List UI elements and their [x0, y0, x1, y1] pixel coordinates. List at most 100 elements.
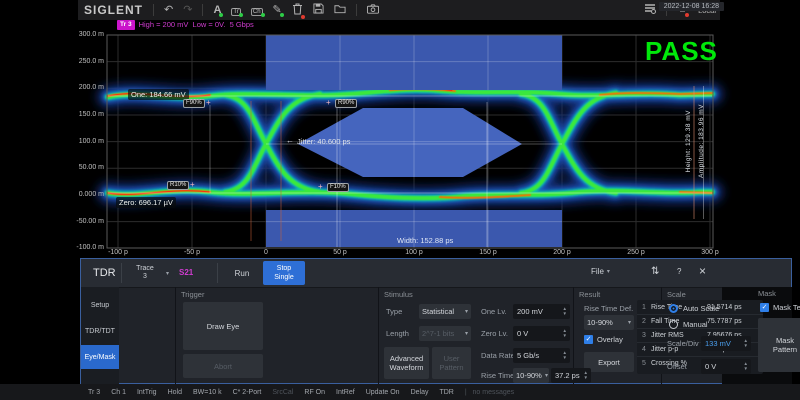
annotation-icon[interactable]: A — [213, 5, 221, 16]
status-bar: Tr 3 Ch 1 IntTrig Hold BW=10 k C* 2-Port… — [0, 384, 800, 400]
s-parameter-label[interactable]: S21 — [179, 268, 193, 277]
x-tick: 150 p — [471, 249, 505, 256]
result-rise-def-select[interactable]: 10-90% ▾ — [584, 315, 634, 330]
status-bandwidth: BW=10 k — [193, 389, 222, 396]
stimulus-section-title: Stimulus — [384, 290, 413, 299]
status-cal-ports: C* 2-Port — [233, 389, 262, 396]
mask-pass-indicator: PASS — [645, 36, 718, 67]
header-divider — [217, 263, 218, 283]
checkbox-checked-icon: ✓ — [760, 303, 769, 312]
save-icon[interactable] — [313, 3, 324, 17]
status-message: | no messages — [465, 389, 514, 396]
rise-time-label: Rise Time — [481, 371, 514, 380]
y-tick: 0.000 m — [68, 191, 104, 198]
scale-div-label: Scale/Div — [667, 339, 699, 348]
section-divider — [378, 287, 379, 384]
type-select[interactable]: Statistical ▾ — [419, 304, 471, 319]
file-menu[interactable]: File ▾ — [591, 267, 610, 276]
scale-div-input[interactable]: 133 mV ▲▼ — [701, 336, 751, 351]
y-tick: 200.0 m — [68, 84, 104, 91]
status-trigger: IntTrig — [137, 389, 157, 396]
chevron-down-icon: ▾ — [465, 330, 468, 337]
f90-cross-marker: + — [206, 99, 211, 107]
f10-marker-badge: F10% — [327, 183, 349, 192]
collapse-panel-icon[interactable]: ⇅ — [651, 266, 659, 277]
trash-icon[interactable] — [292, 3, 303, 18]
spinner-arrows[interactable]: ▲▼ — [741, 362, 751, 371]
toolbar-divider — [153, 4, 154, 16]
status-rf: RF On — [304, 389, 325, 396]
tab-setup[interactable]: Setup — [81, 293, 119, 317]
status-srccal: SrcCal — [272, 389, 293, 396]
offset-label: Offset — [667, 362, 687, 371]
user-pattern-button[interactable]: User Pattern — [432, 347, 471, 379]
x-tick: 0 — [249, 249, 283, 256]
x-tick: 100 p — [397, 249, 431, 256]
undo-icon[interactable]: ↶ — [164, 5, 173, 16]
tab-eye-mask[interactable]: Eye/Mask — [81, 345, 119, 369]
redo-icon[interactable]: ↷ — [183, 5, 192, 16]
manual-radio[interactable]: Manual — [669, 320, 708, 329]
status-hold: Hold — [168, 389, 182, 396]
siglent-logo: SIGLENT — [84, 3, 143, 17]
chevron-down-icon: ▾ — [545, 372, 548, 379]
length-select[interactable]: 2^7-1 bits ▾ — [419, 326, 471, 341]
tab-tdr-tdt[interactable]: TDR/TDT — [81, 319, 119, 343]
help-icon[interactable]: ? — [677, 267, 681, 276]
spinner-arrows[interactable]: ▲▼ — [560, 329, 570, 338]
y-tick: 150.0 m — [68, 111, 104, 118]
one-level-annotation: One: 184.66 mV — [128, 89, 189, 100]
status-ref: IntRef — [336, 389, 355, 396]
channel-icon[interactable]: Ch — [251, 5, 263, 16]
spinner-arrows[interactable]: ▲▼ — [560, 307, 570, 316]
jitter-annotation: Jitter: 40.600 ps — [297, 137, 350, 146]
y-tick: 250.0 m — [68, 58, 104, 65]
zero-level-annotation: Zero: 696.17 µV — [116, 197, 176, 208]
one-level-input[interactable]: 200 mV ▲▼ — [513, 304, 570, 319]
type-label: Type — [386, 307, 402, 316]
jitter-arrow-icon: ← — [286, 136, 294, 145]
scale-section-title: Scale — [667, 290, 686, 299]
export-button[interactable]: Export — [584, 352, 634, 372]
run-button[interactable]: Run — [223, 262, 261, 284]
stop-single-button[interactable]: Stop Single — [263, 261, 305, 285]
rise-time-input[interactable]: 37.2 ps ▲▼ — [551, 368, 591, 383]
data-rate-label: Data Rate — [481, 351, 515, 360]
offset-input[interactable]: 0 V ▲▼ — [701, 359, 751, 374]
y-tick: 50.00 m — [68, 164, 104, 171]
open-folder-icon[interactable] — [334, 4, 346, 17]
system-settings-icon[interactable] — [644, 3, 656, 17]
draw-eye-button[interactable]: Draw Eye — [183, 302, 263, 350]
overlay-checkbox[interactable]: ✓ Overlay — [584, 335, 623, 344]
marker-pen-icon[interactable]: ✎ — [273, 5, 282, 16]
auto-scale-radio[interactable]: Auto Scale — [669, 304, 719, 313]
mask-test-checkbox[interactable]: ✓ Mask Test — [760, 303, 800, 312]
section-divider — [175, 287, 176, 384]
r10-cross-marker: + — [190, 181, 195, 189]
spinner-arrows[interactable]: ▲▼ — [741, 339, 751, 348]
advanced-waveform-button[interactable]: Advanced Waveform — [384, 347, 429, 379]
trace-select[interactable]: Trace 3 ▾ — [127, 262, 169, 284]
one-level-label: One Lv. — [481, 307, 507, 316]
x-tick: -50 p — [175, 249, 209, 256]
trace-icon[interactable]: Tr — [231, 5, 240, 16]
status-channel: Ch 1 — [111, 389, 126, 396]
rise-time-def-select[interactable]: 10-90% ▾ — [513, 368, 549, 383]
r90-cross-marker: + — [326, 99, 331, 107]
header-divider — [121, 263, 122, 283]
mask-pattern-button[interactable]: Mask Pattern — [758, 318, 800, 372]
f90-marker-badge: F90% — [183, 99, 205, 108]
length-label: Length — [386, 329, 409, 338]
r90-marker-badge: R90% — [335, 99, 357, 108]
spinner-arrows[interactable]: ▲▼ — [581, 371, 591, 380]
zero-level-input[interactable]: 0 V ▲▼ — [513, 326, 570, 341]
close-icon[interactable]: × — [699, 264, 706, 278]
width-annotation: Width: 152.88 ps — [397, 236, 453, 245]
abort-button[interactable]: Abort — [183, 354, 263, 378]
screenshot-camera-icon[interactable] — [367, 4, 379, 17]
data-rate-input[interactable]: 5 Gb/s ▲▼ — [513, 348, 570, 363]
x-tick: 50 p — [323, 249, 357, 256]
f10-cross-marker: + — [318, 183, 323, 191]
x-tick: 250 p — [619, 249, 653, 256]
spinner-arrows[interactable]: ▲▼ — [560, 351, 570, 360]
